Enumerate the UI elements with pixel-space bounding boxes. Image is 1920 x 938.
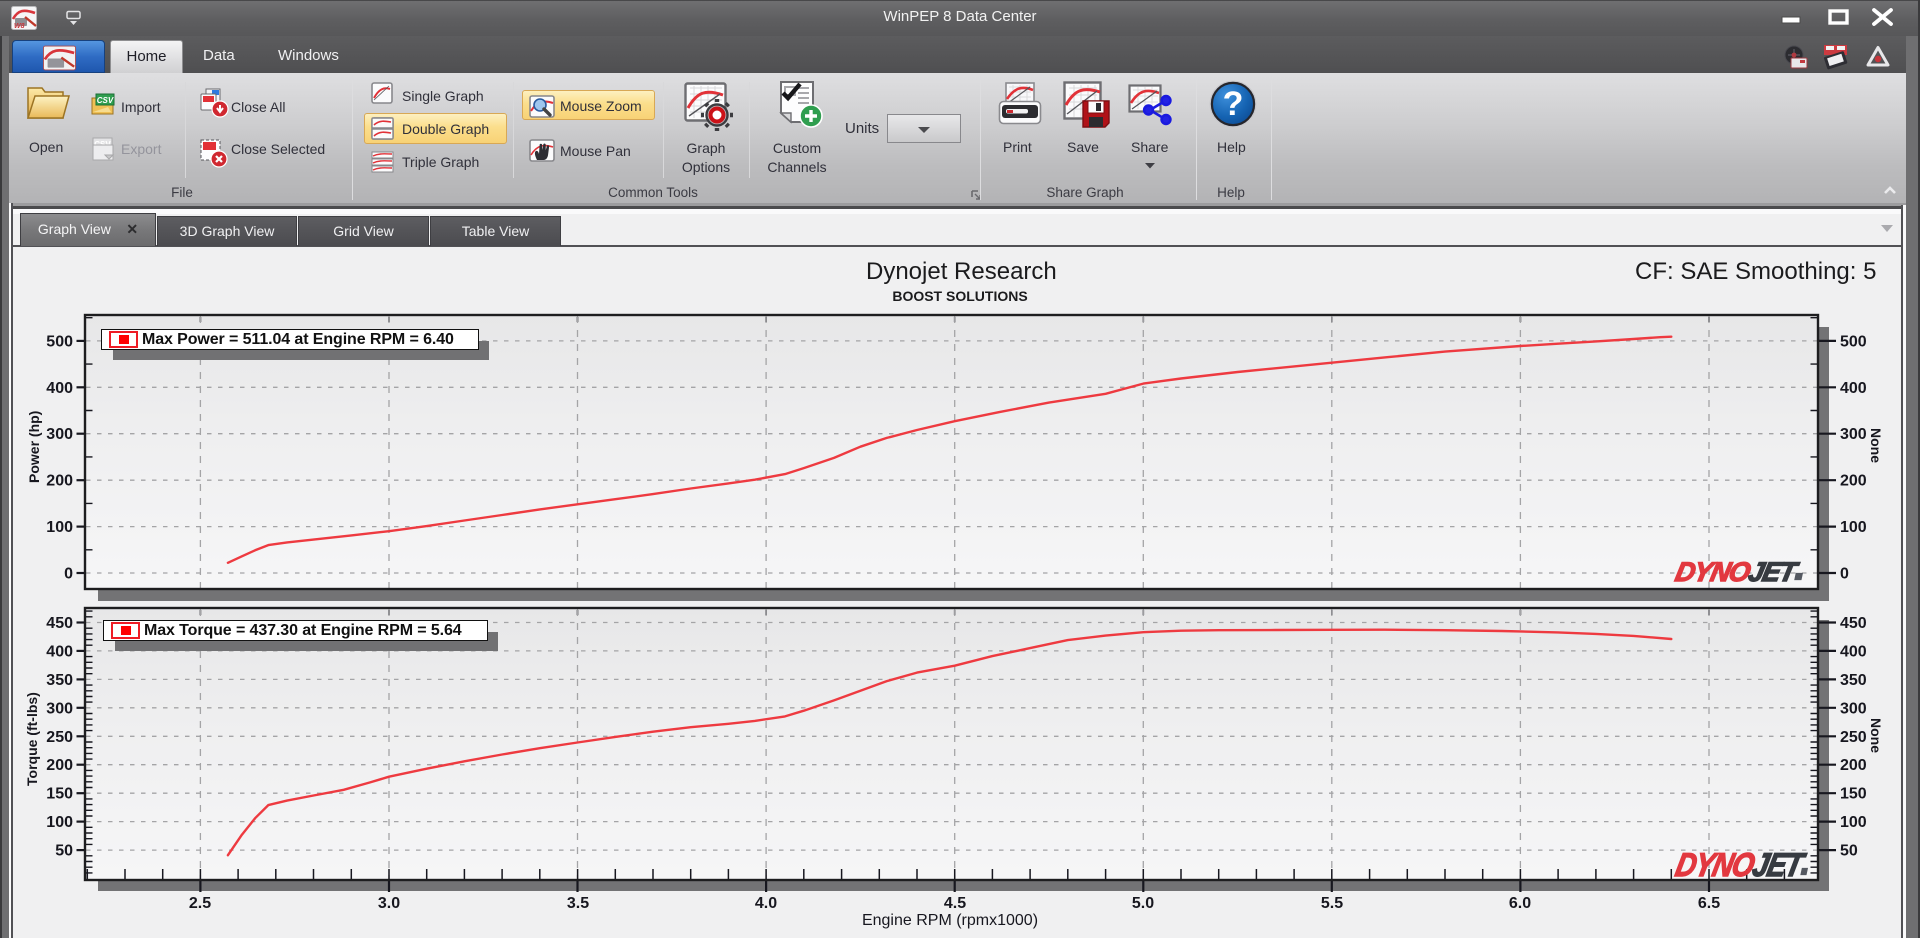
svg-text:0: 0 bbox=[64, 566, 73, 583]
svg-text:DYNOJET■: DYNOJET■ bbox=[1672, 846, 1812, 883]
svg-text:100: 100 bbox=[46, 814, 73, 831]
svg-text:50: 50 bbox=[55, 843, 73, 860]
svg-text:400: 400 bbox=[46, 380, 73, 397]
svg-text:?: ? bbox=[1223, 85, 1244, 123]
svg-text:300: 300 bbox=[1840, 700, 1867, 717]
svg-text:400: 400 bbox=[1840, 380, 1867, 397]
svg-text:300: 300 bbox=[46, 426, 73, 443]
svg-text:CSV: CSV bbox=[97, 96, 114, 105]
svg-text:200: 200 bbox=[46, 473, 73, 490]
svg-text:350: 350 bbox=[1840, 672, 1867, 689]
svg-text:150: 150 bbox=[46, 786, 73, 803]
svg-text:450: 450 bbox=[46, 615, 73, 632]
svg-text:350: 350 bbox=[46, 672, 73, 689]
svg-text:300: 300 bbox=[1840, 426, 1867, 443]
svg-text:200: 200 bbox=[1840, 757, 1867, 774]
svg-text:150: 150 bbox=[1840, 786, 1867, 803]
svg-text:DYNOJET■: DYNOJET■ bbox=[1673, 556, 1808, 587]
svg-text:100: 100 bbox=[46, 519, 73, 536]
svg-text:450: 450 bbox=[1840, 615, 1867, 632]
svg-text:300: 300 bbox=[46, 700, 73, 717]
svg-text:200: 200 bbox=[1840, 473, 1867, 490]
svg-text:400: 400 bbox=[1840, 643, 1867, 660]
svg-text:250: 250 bbox=[1840, 729, 1867, 746]
svg-text:100: 100 bbox=[1840, 519, 1867, 536]
svg-text:250: 250 bbox=[46, 729, 73, 746]
svg-text:500: 500 bbox=[46, 333, 73, 350]
svg-text:50: 50 bbox=[1840, 843, 1858, 860]
svg-text:0: 0 bbox=[1840, 566, 1849, 583]
svg-text:400: 400 bbox=[46, 643, 73, 660]
svg-text:W8: W8 bbox=[14, 23, 25, 30]
svg-text:200: 200 bbox=[46, 757, 73, 774]
svg-text:500: 500 bbox=[1840, 333, 1867, 350]
svg-text:100: 100 bbox=[1840, 814, 1867, 831]
